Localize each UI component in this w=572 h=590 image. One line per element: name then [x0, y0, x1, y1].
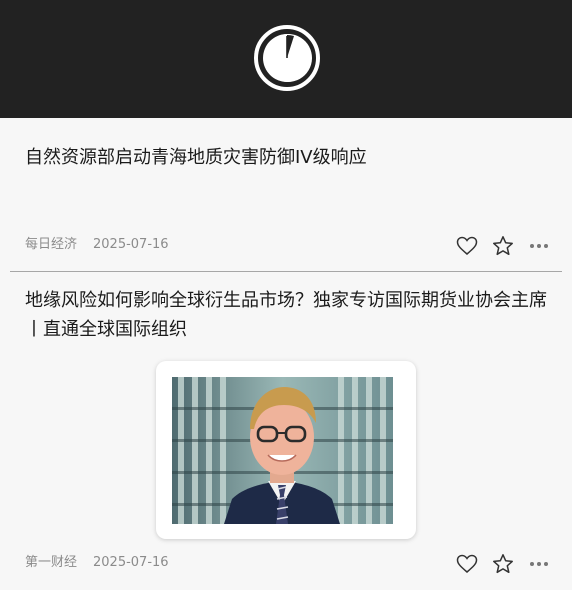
article-meta: 第一财经 2025-07-16 — [25, 553, 169, 573]
more-dots-icon[interactable] — [528, 553, 550, 575]
article-thumbnail-image — [172, 377, 393, 524]
article-source: 每日经济 — [25, 237, 78, 252]
article-actions — [456, 232, 550, 260]
divider — [10, 271, 562, 272]
app-header — [0, 0, 572, 118]
article-title[interactable]: 自然资源部启动青海地质灾害防御IV级响应 — [25, 143, 550, 172]
more-dots-icon[interactable] — [528, 235, 550, 257]
heart-outline-icon[interactable] — [456, 553, 478, 575]
star-outline-icon[interactable] — [492, 553, 514, 575]
article-actions — [456, 550, 550, 578]
article-date: 2025-07-16 — [93, 237, 169, 252]
article-source: 第一财经 — [25, 555, 78, 570]
article-thumbnail-card[interactable] — [156, 361, 416, 539]
app-logo-icon[interactable] — [253, 24, 321, 92]
article-title[interactable]: 地缘风险如何影响全球衍生品市场？独家专访国际期货业协会主席丨直通全球国际组织 — [25, 286, 550, 344]
article-meta: 每日经济 2025-07-16 — [25, 235, 169, 255]
news-feed[interactable]: 自然资源部启动青海地质灾害防御IV级响应 每日经济 2025-07-16 地缘风… — [0, 118, 572, 590]
article-date: 2025-07-16 — [93, 555, 169, 570]
heart-outline-icon[interactable] — [456, 235, 478, 257]
star-outline-icon[interactable] — [492, 235, 514, 257]
